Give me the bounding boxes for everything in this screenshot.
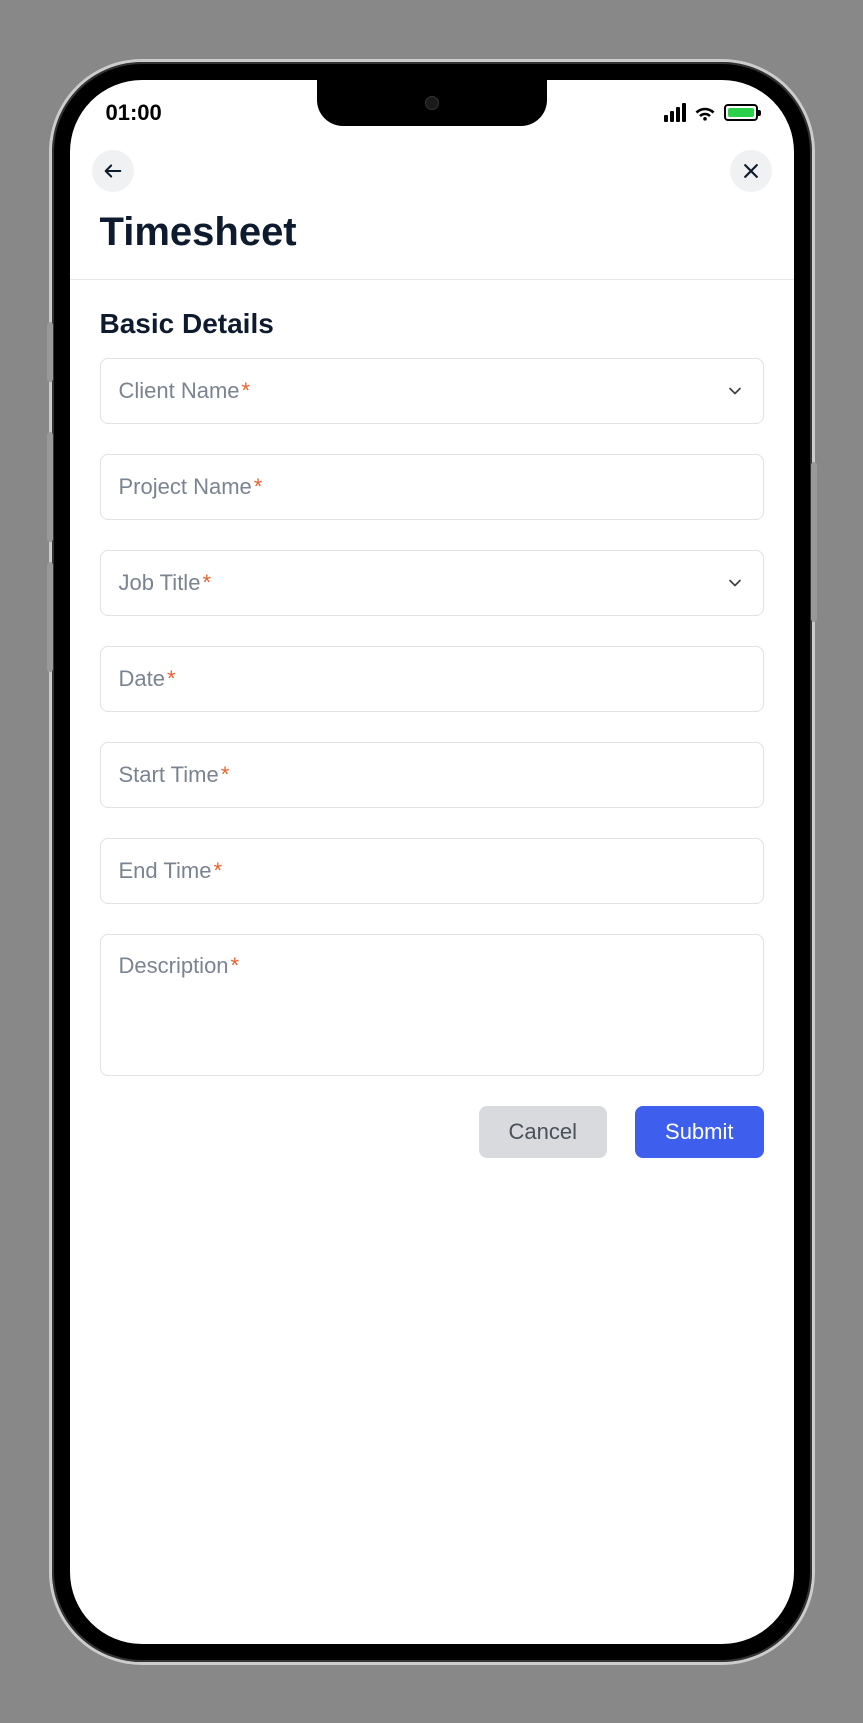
cellular-signal-icon xyxy=(664,103,686,122)
date-input[interactable]: Date* xyxy=(100,646,764,712)
form-fields-container: Client Name* Project Name* Job Title* xyxy=(70,358,794,1076)
cancel-button[interactable]: Cancel xyxy=(479,1106,607,1158)
end-time-label: End Time* xyxy=(119,858,223,884)
battery-icon xyxy=(724,104,758,121)
phone-volume-down xyxy=(47,562,53,672)
end-time-input[interactable]: End Time* xyxy=(100,838,764,904)
phone-silent-switch xyxy=(47,322,53,382)
description-textarea[interactable]: Description* xyxy=(100,934,764,1076)
arrow-left-icon xyxy=(102,160,124,182)
status-right-cluster xyxy=(664,103,758,122)
phone-mockup-frame: 01:00 xyxy=(52,62,812,1662)
chevron-down-icon xyxy=(725,573,745,593)
close-button[interactable] xyxy=(730,150,772,192)
description-label: Description* xyxy=(119,953,240,979)
date-label: Date* xyxy=(119,666,176,692)
status-time: 01:00 xyxy=(106,100,162,126)
section-title: Basic Details xyxy=(70,280,794,358)
form-actions: Cancel Submit xyxy=(70,1076,794,1158)
project-name-label: Project Name* xyxy=(119,474,263,500)
phone-volume-up xyxy=(47,432,53,542)
client-name-select[interactable]: Client Name* xyxy=(100,358,764,424)
header-bar xyxy=(70,136,794,202)
chevron-down-icon xyxy=(725,381,745,401)
job-title-select[interactable]: Job Title* xyxy=(100,550,764,616)
close-icon xyxy=(741,161,761,181)
client-name-label: Client Name* xyxy=(119,378,251,404)
phone-notch xyxy=(317,80,547,126)
screen: 01:00 xyxy=(70,80,794,1644)
start-time-label: Start Time* xyxy=(119,762,230,788)
job-title-label: Job Title* xyxy=(119,570,212,596)
back-button[interactable] xyxy=(92,150,134,192)
wifi-icon xyxy=(694,104,716,122)
submit-button[interactable]: Submit xyxy=(635,1106,763,1158)
start-time-input[interactable]: Start Time* xyxy=(100,742,764,808)
page-title: Timesheet xyxy=(70,202,794,280)
project-name-input[interactable]: Project Name* xyxy=(100,454,764,520)
front-camera xyxy=(425,96,439,110)
battery-fill xyxy=(728,108,754,117)
phone-power-button xyxy=(811,462,817,622)
